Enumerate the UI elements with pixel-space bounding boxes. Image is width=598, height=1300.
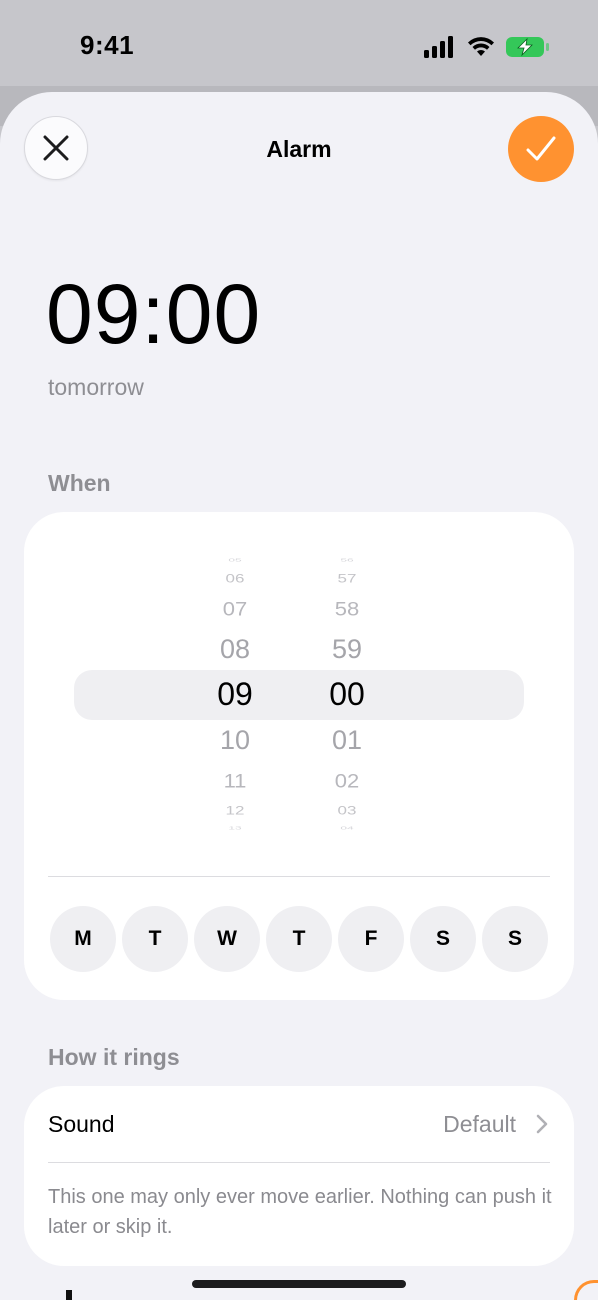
rings-section-label: How it rings bbox=[48, 1044, 180, 1070]
chevron-right-icon bbox=[536, 1114, 548, 1134]
battery-charging-icon bbox=[506, 37, 549, 57]
background-content-peek bbox=[66, 1290, 72, 1300]
picker-selection-highlight bbox=[74, 670, 524, 720]
minute-option[interactable]: 03 bbox=[302, 805, 392, 817]
day-toggle-tuesday[interactable]: T bbox=[122, 906, 188, 972]
selected-minute[interactable]: 00 bbox=[302, 678, 392, 710]
hour-wheel[interactable]: 05 06 07 08 09 10 11 12 13 bbox=[190, 552, 280, 832]
confirm-button[interactable] bbox=[508, 116, 574, 182]
status-icons bbox=[424, 36, 550, 58]
day-toggle-friday[interactable]: F bbox=[338, 906, 404, 972]
sound-value: Default bbox=[443, 1111, 516, 1137]
sound-row[interactable]: Sound Default bbox=[48, 1086, 550, 1162]
hour-option[interactable]: 12 bbox=[190, 805, 280, 817]
cellular-signal-icon bbox=[424, 36, 453, 58]
status-time: 9:41 bbox=[80, 30, 135, 60]
day-toggle-sunday[interactable]: S bbox=[482, 906, 548, 972]
divider bbox=[48, 876, 550, 877]
alarm-note: This one may only ever move earlier. Not… bbox=[48, 1186, 552, 1238]
selected-hour[interactable]: 09 bbox=[190, 678, 280, 710]
minute-option[interactable]: 58 bbox=[302, 599, 392, 619]
hour-option[interactable]: 05 bbox=[190, 558, 280, 563]
time-picker[interactable]: 05 06 07 08 09 10 11 12 13 56 57 58 59 0… bbox=[24, 552, 574, 832]
alarm-subtitle: tomorrow bbox=[48, 374, 144, 400]
minute-option[interactable]: 59 bbox=[302, 636, 392, 663]
minute-option[interactable]: 02 bbox=[302, 771, 392, 791]
home-indicator[interactable] bbox=[192, 1280, 406, 1288]
minute-wheel[interactable]: 56 57 58 59 00 01 02 03 04 bbox=[302, 552, 392, 832]
status-bar: 9:41 bbox=[0, 0, 598, 92]
alarm-sheet: Alarm 09:00 tomorrow When 05 06 07 08 09… bbox=[0, 92, 598, 1300]
day-toggle-wednesday[interactable]: W bbox=[194, 906, 260, 972]
alarm-time: 09:00 bbox=[46, 267, 262, 361]
minute-option[interactable]: 01 bbox=[302, 727, 392, 754]
day-toggle-saturday[interactable]: S bbox=[410, 906, 476, 972]
hour-option[interactable]: 07 bbox=[190, 599, 280, 619]
divider bbox=[48, 1162, 550, 1163]
screen: 9:41 Alarm 09:00 tomorrow When 05 06 07 … bbox=[0, 0, 598, 1300]
when-card: 05 06 07 08 09 10 11 12 13 56 57 58 59 0… bbox=[24, 512, 574, 1000]
wifi-icon bbox=[468, 37, 494, 56]
when-section-label: When bbox=[48, 470, 111, 496]
checkmark-icon bbox=[526, 136, 556, 161]
repeat-days: M T W T F S S bbox=[50, 906, 550, 972]
hour-option[interactable]: 06 bbox=[190, 573, 280, 585]
hour-option[interactable]: 10 bbox=[190, 727, 280, 754]
minute-option[interactable]: 56 bbox=[302, 558, 392, 563]
day-toggle-monday[interactable]: M bbox=[50, 906, 116, 972]
hour-option[interactable]: 13 bbox=[190, 826, 280, 831]
day-toggle-thursday[interactable]: T bbox=[266, 906, 332, 972]
sheet-header: Alarm bbox=[0, 92, 598, 208]
hour-option[interactable]: 11 bbox=[190, 771, 280, 791]
rings-card: Sound Default This one may only ever mov… bbox=[24, 1086, 574, 1266]
sound-label: Sound bbox=[48, 1111, 115, 1137]
minute-option[interactable]: 04 bbox=[302, 826, 392, 831]
minute-option[interactable]: 57 bbox=[302, 573, 392, 585]
hour-option[interactable]: 08 bbox=[190, 636, 280, 663]
